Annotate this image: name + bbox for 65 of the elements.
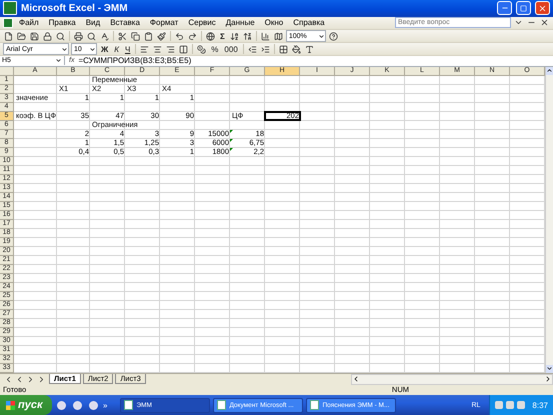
menu-item[interactable]: Данные — [222, 18, 259, 28]
formula-text[interactable]: =СУММПРОИЗВ(B3:E3;B5:E5) — [78, 56, 192, 66]
lock-icon[interactable] — [42, 30, 53, 42]
underline-button[interactable]: Ч — [122, 44, 132, 54]
font-color-icon[interactable] — [304, 44, 315, 55]
menu-item[interactable]: Правка — [44, 18, 80, 28]
scroll-left-icon[interactable] — [352, 374, 360, 383]
vertical-scrollbar[interactable] — [545, 66, 553, 373]
more-chevron[interactable]: » — [103, 400, 108, 410]
restore-button[interactable] — [516, 1, 531, 16]
paintbrush-icon[interactable] — [156, 30, 167, 42]
minimize-button[interactable] — [497, 1, 512, 16]
align-right-icon[interactable] — [165, 44, 176, 55]
menu-item[interactable]: Файл — [15, 18, 43, 28]
copy-icon[interactable] — [130, 30, 141, 42]
align-left-icon[interactable] — [139, 44, 150, 55]
currency-icon[interactable] — [196, 44, 208, 55]
undo-icon[interactable] — [174, 30, 185, 42]
menu-item[interactable]: Сервис — [184, 18, 220, 28]
scroll-down-icon[interactable] — [546, 364, 553, 373]
save-icon[interactable] — [29, 30, 40, 42]
fill-color-icon[interactable] — [290, 44, 302, 55]
close-icon — [538, 4, 547, 13]
help-icon[interactable] — [328, 30, 339, 42]
horizontal-scrollbar[interactable] — [351, 374, 553, 385]
redo-icon[interactable] — [187, 30, 198, 42]
excel-icon — [3, 18, 13, 28]
printer-icon[interactable] — [73, 30, 84, 42]
merge-cells-icon[interactable] — [178, 44, 190, 55]
bold-button[interactable]: Ж — [99, 44, 110, 54]
map-icon[interactable] — [272, 30, 284, 42]
folder-icon[interactable] — [16, 30, 27, 42]
menu-item[interactable]: Справка — [289, 18, 329, 28]
document-icon — [310, 400, 320, 410]
percent-button[interactable]: % — [209, 44, 220, 54]
window-title: Microsoft Excel - ЭММ — [21, 2, 129, 14]
borders-icon[interactable] — [278, 44, 289, 55]
sort-ascending-icon[interactable] — [228, 30, 240, 42]
menu-item[interactable]: Вставка — [106, 18, 144, 28]
italic-button[interactable]: К — [112, 44, 121, 54]
indent-decrease-icon[interactable] — [246, 44, 258, 55]
menu-item[interactable]: Формат — [146, 18, 182, 28]
preview-icon[interactable] — [55, 30, 66, 42]
clock: 8:37 — [532, 400, 548, 410]
clipboard-icon[interactable] — [143, 30, 154, 42]
new-document-icon[interactable] — [3, 30, 14, 42]
close-button[interactable] — [535, 1, 550, 16]
indent-increase-icon[interactable] — [260, 44, 271, 55]
sort-descending-icon[interactable] — [242, 30, 253, 42]
windows-flag-icon — [6, 400, 15, 410]
chart-icon[interactable] — [260, 30, 271, 42]
document-icon — [124, 400, 134, 410]
spellcheck-icon[interactable] — [99, 30, 110, 42]
magnifier-icon[interactable] — [86, 30, 97, 42]
restore-icon — [520, 4, 527, 12]
scissors-icon[interactable] — [117, 30, 128, 42]
document-icon — [217, 400, 226, 410]
menu-item[interactable]: Окно — [260, 18, 288, 28]
start-button[interactable]: пуск — [0, 395, 52, 415]
excel-icon — [3, 1, 17, 16]
align-center-icon[interactable] — [152, 44, 164, 55]
autosum-button[interactable]: Σ — [218, 32, 227, 40]
thousands-button[interactable]: 000 — [222, 44, 240, 54]
menu-item[interactable]: Вид — [82, 18, 104, 28]
scroll-right-icon[interactable] — [544, 374, 552, 383]
